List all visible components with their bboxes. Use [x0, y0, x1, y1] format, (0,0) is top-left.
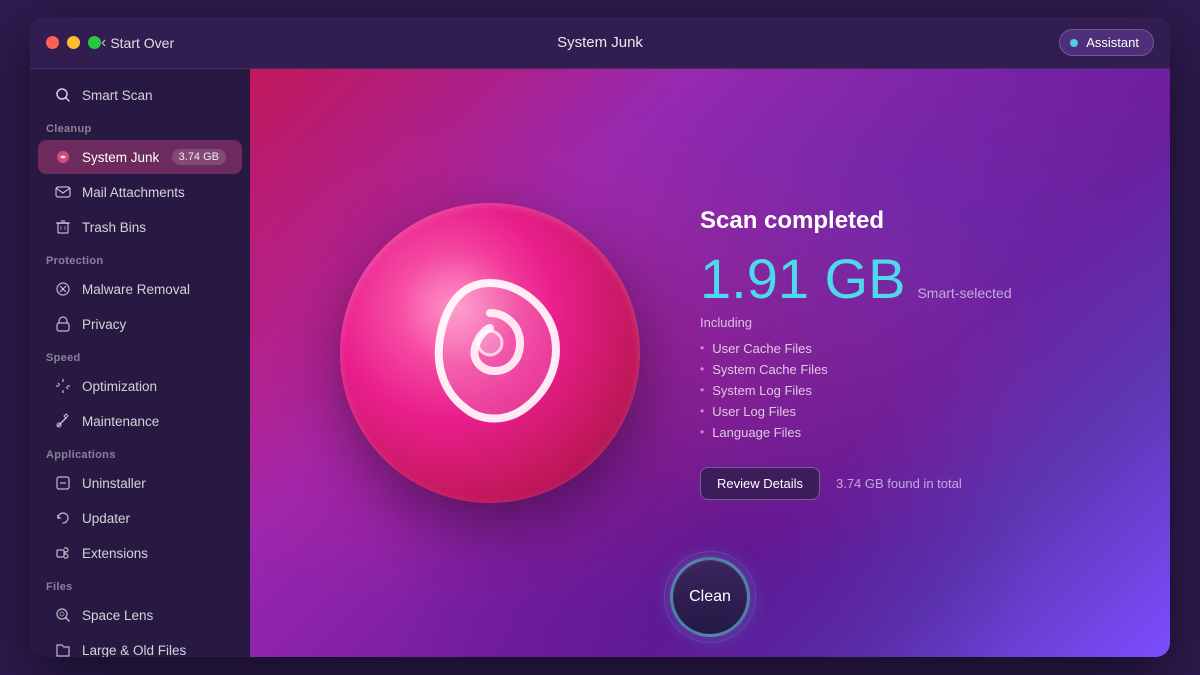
sidebar-item-smart-scan[interactable]: Smart Scan [38, 78, 242, 112]
main-panel: Scan completed 1.91 GB Smart-selected In… [250, 69, 1170, 657]
system-junk-label: System Junk [82, 150, 159, 165]
sidebar-item-extensions[interactable]: Extensions [38, 536, 242, 570]
cleanup-section-label: Cleanup [30, 113, 250, 139]
content-area: Smart Scan Cleanup System Junk 3.74 GB [30, 69, 1170, 657]
scan-size-number: 1.91 GB [700, 251, 905, 307]
back-button-label: Start Over [110, 35, 174, 51]
list-item: System Cache Files [700, 359, 1080, 380]
applications-section-label: Applications [30, 439, 250, 465]
sidebar-item-malware-removal[interactable]: Malware Removal [38, 272, 242, 306]
extensions-label: Extensions [82, 546, 148, 561]
privacy-icon [54, 315, 72, 333]
assistant-button[interactable]: Assistant [1059, 29, 1154, 56]
large-old-files-label: Large & Old Files [82, 643, 186, 658]
sidebar-item-uninstaller[interactable]: Uninstaller [38, 466, 242, 500]
sidebar-item-space-lens[interactable]: Space Lens [38, 598, 242, 632]
smart-selected-label: Smart-selected [917, 285, 1011, 301]
list-item: System Log Files [700, 380, 1080, 401]
sidebar-item-updater[interactable]: Updater [38, 501, 242, 535]
protection-section-label: Protection [30, 245, 250, 271]
sidebar-item-maintenance[interactable]: Maintenance [38, 404, 242, 438]
extensions-icon [54, 544, 72, 562]
sidebar-item-large-old-files[interactable]: Large & Old Files [38, 633, 242, 657]
maintenance-icon [54, 412, 72, 430]
list-item: Language Files [700, 422, 1080, 443]
close-button[interactable] [46, 36, 59, 49]
main-content: Scan completed 1.91 GB Smart-selected In… [250, 203, 1170, 503]
updater-label: Updater [82, 511, 130, 526]
space-lens-icon [54, 606, 72, 624]
back-arrow-icon: ‹ [101, 34, 106, 52]
scan-actions: Review Details 3.74 GB found in total [700, 467, 1080, 500]
titlebar: ‹ Start Over System Junk Assistant [30, 17, 1170, 69]
scan-including-label: Including [700, 315, 1080, 330]
sidebar-item-system-junk[interactable]: System Junk 3.74 GB [38, 140, 242, 174]
trash-bins-icon [54, 218, 72, 236]
smart-scan-icon [54, 86, 72, 104]
review-details-button[interactable]: Review Details [700, 467, 820, 500]
sidebar-item-privacy[interactable]: Privacy [38, 307, 242, 341]
system-junk-icon [54, 148, 72, 166]
privacy-label: Privacy [82, 317, 126, 332]
speed-section-label: Speed [30, 342, 250, 368]
back-button[interactable]: ‹ Start Over [101, 34, 174, 52]
sidebar-item-mail-attachments[interactable]: Mail Attachments [38, 175, 242, 209]
space-lens-label: Space Lens [82, 608, 153, 623]
sidebar-item-optimization[interactable]: Optimization [38, 369, 242, 403]
uninstaller-icon [54, 474, 72, 492]
titlebar-title: System Junk [557, 34, 643, 51]
mail-attachments-icon [54, 183, 72, 201]
scan-results: Scan completed 1.91 GB Smart-selected In… [700, 207, 1080, 500]
assistant-label: Assistant [1086, 35, 1139, 50]
files-section-label: Files [30, 571, 250, 597]
list-item: User Cache Files [700, 338, 1080, 359]
traffic-lights [46, 36, 101, 49]
scan-completed-label: Scan completed [700, 207, 1080, 235]
app-window: ‹ Start Over System Junk Assistant Smart… [30, 17, 1170, 657]
sidebar-item-smart-scan-label: Smart Scan [82, 88, 153, 103]
trash-bins-label: Trash Bins [82, 220, 146, 235]
maintenance-label: Maintenance [82, 414, 159, 429]
app-icon [340, 203, 640, 503]
uninstaller-label: Uninstaller [82, 476, 146, 491]
malware-removal-icon [54, 280, 72, 298]
malware-removal-label: Malware Removal [82, 282, 190, 297]
maximize-button[interactable] [88, 36, 101, 49]
mail-attachments-label: Mail Attachments [82, 185, 185, 200]
optimization-label: Optimization [82, 379, 157, 394]
system-junk-badge: 3.74 GB [172, 149, 226, 165]
list-item: User Log Files [700, 401, 1080, 422]
sidebar: Smart Scan Cleanup System Junk 3.74 GB [30, 69, 250, 657]
scan-file-list: User Cache Files System Cache Files Syst… [700, 338, 1080, 443]
sidebar-item-trash-bins[interactable]: Trash Bins [38, 210, 242, 244]
minimize-button[interactable] [67, 36, 80, 49]
large-old-files-icon [54, 641, 72, 657]
updater-icon [54, 509, 72, 527]
found-total-label: 3.74 GB found in total [836, 476, 962, 491]
app-icon-container [340, 203, 640, 503]
scan-size: 1.91 GB Smart-selected [700, 251, 1080, 307]
clean-button[interactable]: Clean [670, 557, 750, 637]
assistant-dot-icon [1070, 39, 1078, 47]
clean-button-container: Clean [670, 557, 750, 637]
optimization-icon [54, 377, 72, 395]
